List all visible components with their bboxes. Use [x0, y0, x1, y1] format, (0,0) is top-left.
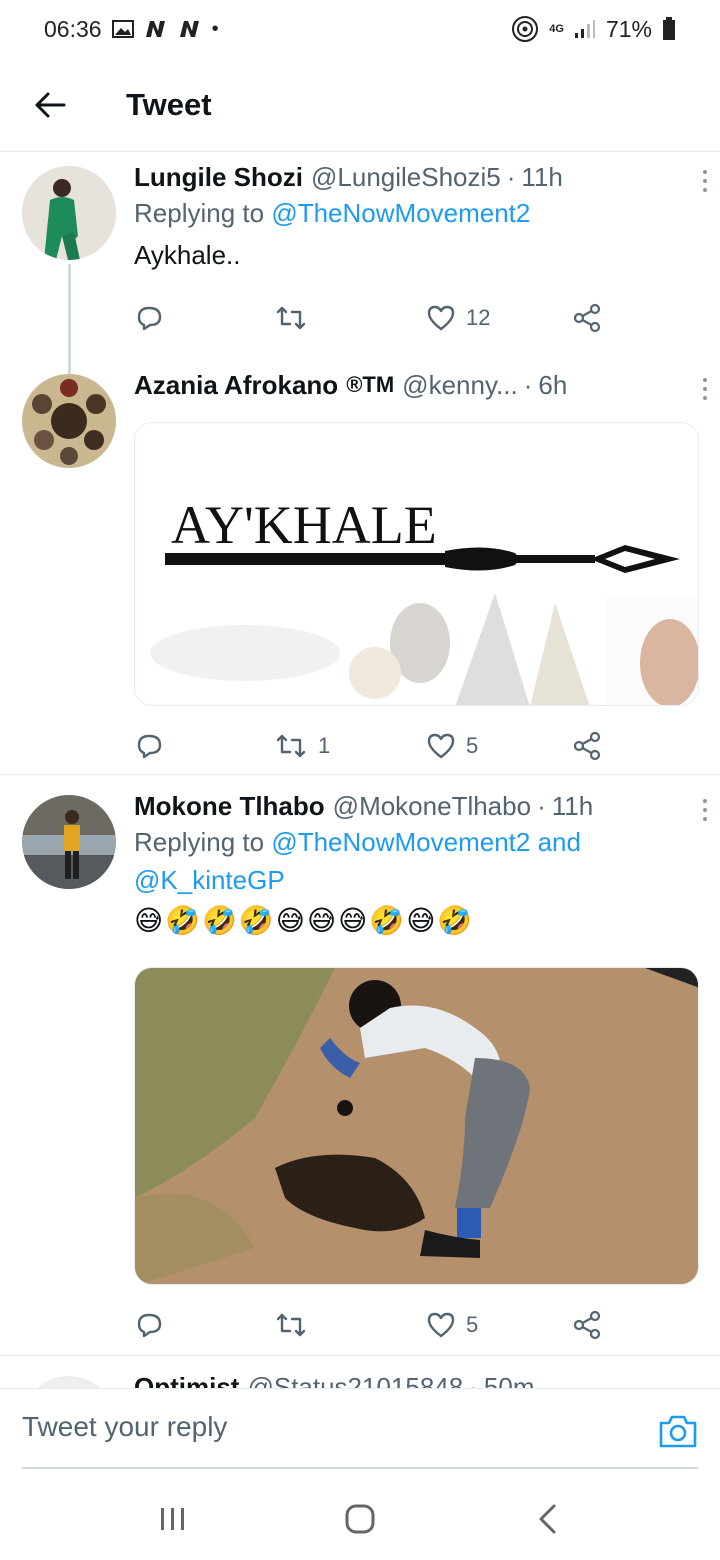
signal-icon — [574, 19, 596, 39]
tweet-time: 11h — [521, 162, 563, 192]
more-options-icon[interactable] — [702, 799, 708, 821]
reply-button[interactable] — [134, 731, 164, 761]
retweet-button[interactable]: 1 — [274, 732, 330, 760]
recent-apps-button[interactable] — [143, 1489, 203, 1549]
chevron-left-icon — [539, 1504, 556, 1534]
tweet-author-name[interactable]: Mokone Tlhabo — [134, 789, 325, 823]
tweet-author-handle[interactable]: @Status21015848 — [247, 1370, 463, 1388]
status-time: 06:36 — [44, 15, 102, 42]
tweet-media-image[interactable]: AY'KHALE — [134, 422, 699, 706]
author-badges: ®TM — [346, 372, 395, 397]
page-title: Tweet — [126, 86, 212, 122]
reply-to-link[interactable]: @TheNowMovement2 and — [271, 827, 581, 857]
tweet-text: 😅🤣🤣🤣😅😅😅🤣😅🤣 — [134, 905, 475, 936]
tweet-author-handle[interactable]: @MokoneTlhabo — [333, 789, 531, 823]
home-button[interactable] — [330, 1489, 390, 1549]
like-count: 5 — [466, 733, 479, 758]
back-nav-button[interactable] — [517, 1489, 577, 1549]
like-button[interactable]: 12 — [426, 304, 490, 332]
avatar[interactable] — [22, 795, 116, 889]
retweet-button[interactable] — [274, 304, 318, 332]
camera-button[interactable] — [658, 1413, 698, 1454]
replying-to: Replying to @TheNowMovement2 and @K_kint… — [134, 827, 581, 895]
share-icon — [573, 303, 601, 333]
share-button[interactable] — [572, 731, 602, 761]
retweet-icon — [276, 1313, 306, 1337]
status-bar: 06:36 • 4G 71% — [0, 0, 720, 58]
more-options-icon[interactable] — [702, 170, 708, 192]
share-button[interactable] — [572, 1310, 602, 1340]
share-icon — [573, 731, 601, 761]
tweet-media-image[interactable] — [134, 967, 699, 1285]
heart-icon — [427, 1312, 455, 1338]
reply-input[interactable]: Tweet your reply — [22, 1411, 227, 1443]
tweet-author-name[interactable]: Lungile Shozi — [134, 160, 303, 194]
battery-icon — [662, 17, 676, 41]
like-count: 12 — [466, 305, 491, 330]
tweet-actions: 5 — [134, 1307, 614, 1343]
camera-icon — [659, 1415, 697, 1448]
share-icon — [573, 1310, 601, 1340]
recent-apps-icon — [161, 1508, 185, 1530]
reply-to-link[interactable]: @TheNowMovement2 — [271, 198, 530, 228]
system-nav-bar — [0, 1478, 720, 1560]
reply-feed: Lungile Shozi @LungileShozi5 · 11h Reply… — [0, 152, 720, 1388]
like-button[interactable]: 5 — [426, 1311, 478, 1339]
share-button[interactable] — [572, 303, 602, 333]
reply-composer: Tweet your reply — [0, 1388, 720, 1478]
battery-percent: 71% — [605, 15, 652, 42]
like-count: 5 — [466, 1312, 479, 1337]
heart-icon — [427, 733, 455, 759]
retweet-button[interactable] — [274, 1311, 318, 1339]
tweet-time: 11h — [551, 791, 594, 821]
n-icon — [178, 20, 202, 38]
tweet-text: Aykhale.. — [134, 240, 241, 270]
back-button[interactable] — [0, 58, 100, 152]
tweet-author-handle[interactable]: @LungileShozi5 — [311, 160, 501, 194]
media-caption: AY'KHALE — [171, 495, 437, 555]
tweet-time: 50m — [483, 1372, 535, 1388]
n-icon — [144, 20, 168, 38]
tweet-actions: 12 — [134, 300, 614, 336]
like-button[interactable]: 5 — [426, 732, 478, 760]
avatar[interactable] — [22, 1376, 116, 1388]
tweet-item[interactable]: Lungile Shozi @LungileShozi5 · 11h Reply… — [0, 152, 720, 358]
avatar[interactable] — [22, 166, 116, 260]
tweet-author-name[interactable]: Azania Afrokano — [134, 368, 338, 402]
network-type-icon: 4G — [549, 23, 564, 35]
app-header: Tweet — [0, 58, 720, 152]
hotspot-icon — [511, 15, 539, 43]
retweet-icon — [276, 734, 306, 758]
tweet-item[interactable]: Optimist @Status21015848 · 50m — [0, 1356, 720, 1388]
tweet-time: 6h — [538, 370, 568, 400]
arrow-left-icon — [35, 92, 66, 117]
thread-line — [68, 358, 71, 374]
reply-icon — [137, 734, 162, 759]
image-icon — [111, 20, 134, 38]
tweet-author-handle[interactable]: @kenny... — [402, 368, 518, 402]
tweet-author-name[interactable]: Optimist — [134, 1370, 239, 1388]
replying-to: Replying to @TheNowMovement2 — [134, 198, 531, 228]
thread-line — [68, 264, 71, 358]
reply-icon — [137, 306, 162, 331]
tweet-item[interactable]: Azania Afrokano ®TM @kenny... · 6h AY'KH… — [0, 358, 720, 774]
dot-icon: • — [211, 17, 219, 40]
reply-button[interactable] — [134, 1310, 164, 1340]
retweet-count: 1 — [318, 733, 331, 758]
retweet-icon — [276, 306, 306, 330]
heart-icon — [427, 305, 455, 331]
home-icon — [345, 1504, 375, 1534]
tweet-actions: 1 5 — [134, 728, 614, 764]
reply-button[interactable] — [134, 303, 164, 333]
more-options-icon[interactable] — [702, 378, 708, 400]
reply-to-link[interactable]: @K_kinteGP — [134, 865, 285, 895]
reply-icon — [137, 1313, 162, 1338]
avatar[interactable] — [22, 374, 116, 468]
tweet-item[interactable]: Mokone Tlhabo @MokoneTlhabo · 11h Replyi… — [0, 775, 720, 1355]
